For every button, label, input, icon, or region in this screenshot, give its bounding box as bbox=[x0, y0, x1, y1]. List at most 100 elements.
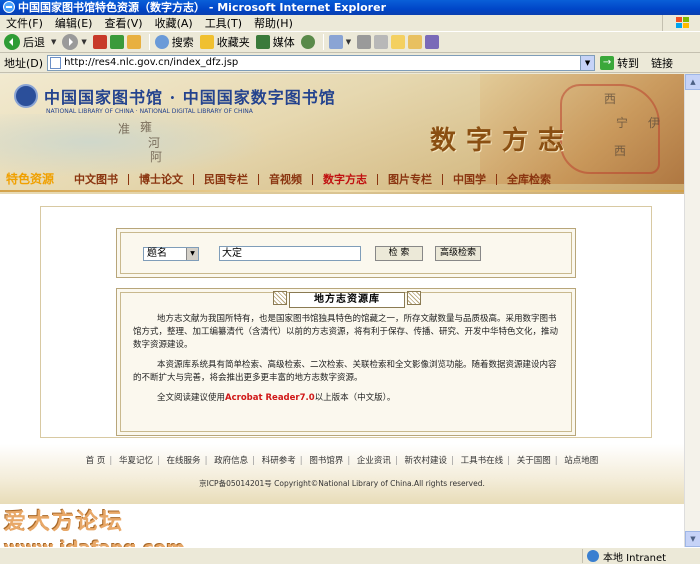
map-label: 阿 bbox=[150, 150, 163, 164]
address-label: 地址(D) bbox=[4, 56, 44, 70]
search-input[interactable]: 大定 bbox=[219, 246, 361, 261]
favorites-button[interactable]: 收藏夹 bbox=[199, 34, 250, 50]
refresh-icon[interactable] bbox=[109, 35, 124, 49]
menu-file[interactable]: 文件(F) bbox=[6, 15, 43, 31]
globe-icon bbox=[587, 550, 599, 562]
home-icon[interactable] bbox=[126, 35, 141, 49]
advanced-search-button[interactable]: 高级检索 bbox=[435, 246, 481, 261]
forward-history-dropdown[interactable]: ▼ bbox=[81, 38, 86, 46]
nav-audio-video[interactable]: 音视频 bbox=[259, 173, 314, 185]
page-content: 雍 河 准 阿 西 伊 宁 西 中国国家图书馆 · 中国国家数字图书馆 NATI… bbox=[0, 74, 684, 547]
intro-box: 地方志资源库 地方志文献为我国所特有，也是国家图书馆独具特色的馆藏之一，所存文献… bbox=[116, 288, 576, 436]
menu-view[interactable]: 查看(V) bbox=[104, 15, 142, 31]
footer-link[interactable]: 在线服务 bbox=[163, 456, 205, 466]
intro-paragraph: 地方志文献为我国所特有，也是国家图书馆独具特色的馆藏之一，所存文献数量与品质极高… bbox=[133, 314, 559, 350]
ornament-icon bbox=[273, 291, 287, 305]
footer-link[interactable]: 站点地图 bbox=[560, 456, 602, 466]
menu-help[interactable]: 帮助(H) bbox=[254, 15, 293, 31]
nav-chinese-books[interactable]: 中文图书 bbox=[64, 173, 130, 185]
nav-special-resources[interactable]: 特色资源 bbox=[0, 173, 64, 185]
nav-republic-era[interactable]: 民国专栏 bbox=[194, 173, 260, 185]
footer-links: 首 页 | 华夏记忆 | 在线服务 | 政府信息 | 科研参考 | 图书馆界 | 企业资讯 |… bbox=[0, 454, 684, 466]
search-box: 题名 ▼ 大定 检 索 高级检索 bbox=[116, 228, 576, 278]
map-label: 准 bbox=[118, 122, 131, 136]
ie-logo-icon bbox=[3, 1, 15, 13]
scroll-down-button[interactable]: ▼ bbox=[685, 531, 700, 547]
nav-sinology[interactable]: 中国学 bbox=[443, 173, 498, 185]
nav-dissertations[interactable]: 博士论文 bbox=[129, 173, 195, 185]
menu-favorites[interactable]: 收藏(A) bbox=[155, 15, 193, 31]
back-button[interactable]: 后退 bbox=[4, 34, 45, 50]
intro-text: 地方志文献为我国所特有，也是国家图书馆独具特色的馆藏之一，所存文献数量与品质极高… bbox=[133, 313, 561, 412]
messenger-icon[interactable] bbox=[425, 35, 440, 49]
footer-link[interactable]: 首 页 bbox=[82, 456, 110, 466]
header-banner: 雍 河 准 阿 西 伊 宁 西 中国国家图书馆 · 中国国家数字图书馆 NATI… bbox=[0, 74, 684, 194]
nav-pictures[interactable]: 图片专栏 bbox=[378, 173, 444, 185]
media-icon bbox=[255, 35, 270, 49]
footer-link[interactable]: 科研参考 bbox=[258, 456, 300, 466]
go-arrow-icon: → bbox=[600, 55, 615, 70]
address-input[interactable]: http://res4.nlc.gov.cn/index_dfz.jsp ▼ bbox=[47, 54, 596, 71]
mail-icon[interactable] bbox=[328, 35, 343, 49]
nlc-emblem-icon bbox=[14, 84, 38, 108]
mail-dropdown[interactable]: ▼ bbox=[346, 38, 351, 46]
go-button[interactable]: → 转到 bbox=[600, 55, 639, 71]
main-nav: 特色资源 中文图书 博士论文 民国专栏 音视频 数字方志 图片专栏 中国学 全库… bbox=[0, 169, 684, 189]
map-label: 西 bbox=[604, 92, 617, 106]
back-arrow-icon bbox=[4, 34, 20, 50]
print-icon[interactable] bbox=[357, 35, 372, 49]
edit-icon[interactable] bbox=[374, 35, 389, 49]
search-field-select[interactable]: 题名 ▼ bbox=[143, 247, 199, 261]
address-dropdown[interactable]: ▼ bbox=[580, 55, 595, 70]
address-url: http://res4.nlc.gov.cn/index_dfz.jsp bbox=[64, 57, 239, 68]
stop-icon[interactable] bbox=[92, 35, 107, 49]
intro-paragraph: 全文阅读建议使用Acrobat Reader7.0以上版本（中文版）。 bbox=[157, 393, 396, 403]
footer-link[interactable]: 华夏记忆 bbox=[115, 456, 157, 466]
footer-link[interactable]: 政府信息 bbox=[210, 456, 252, 466]
map-label: 雍 bbox=[140, 120, 153, 134]
footer-background bbox=[0, 444, 684, 504]
security-zone: 本地 Intranet bbox=[582, 549, 692, 564]
footer-link[interactable]: 工具书在线 bbox=[457, 456, 508, 466]
status-bar: 本地 Intranet bbox=[0, 547, 700, 564]
vertical-scrollbar[interactable]: ▲ ▼ bbox=[684, 74, 700, 547]
chevron-down-icon: ▼ bbox=[186, 248, 198, 260]
acrobat-link[interactable]: Acrobat Reader7.0 bbox=[225, 393, 315, 403]
search-button[interactable]: 搜索 bbox=[154, 34, 194, 50]
footer-link[interactable]: 图书馆界 bbox=[305, 456, 347, 466]
magnifier-icon bbox=[154, 35, 169, 49]
toolbar-separator bbox=[148, 34, 150, 50]
intro-paragraph: 本资源库系统具有简单检索、高级检索、二次检索、关联检索和全文影像浏览功能。随着数… bbox=[133, 360, 557, 383]
history-icon[interactable] bbox=[300, 35, 315, 49]
windows-logo-icon bbox=[662, 15, 700, 31]
links-button[interactable]: 链接 bbox=[651, 55, 673, 71]
menu-edit[interactable]: 编辑(E) bbox=[55, 15, 93, 31]
map-label: 西 bbox=[614, 144, 627, 158]
nav-full-search[interactable]: 全库检索 bbox=[497, 174, 561, 185]
scroll-up-button[interactable]: ▲ bbox=[685, 74, 700, 90]
star-icon bbox=[199, 35, 214, 49]
nav-digital-gazetteers[interactable]: 数字方志 bbox=[313, 173, 379, 185]
nav-divider bbox=[0, 190, 684, 192]
search-button[interactable]: 检 索 bbox=[375, 246, 423, 261]
forward-button[interactable] bbox=[62, 34, 79, 50]
discuss-icon[interactable] bbox=[391, 35, 406, 49]
footer-link[interactable]: 新农村建设 bbox=[401, 456, 452, 466]
nlc-logo[interactable]: 中国国家图书馆 · 中国国家数字图书馆 NATIONAL LIBRARY OF … bbox=[14, 84, 336, 115]
footer-link[interactable]: 关于国图 bbox=[513, 456, 555, 466]
toolbar: 后退 ▼ ▼ 搜索 收藏夹 媒体 ▼ bbox=[0, 31, 700, 53]
media-button[interactable]: 媒体 bbox=[255, 34, 295, 50]
copyright: 京ICP备05014201号 Copyright©National Librar… bbox=[199, 479, 485, 488]
window-title: 中国国家图书馆特色资源（数字方志） - Microsoft Internet E… bbox=[18, 1, 386, 14]
folder-icon[interactable] bbox=[408, 35, 423, 49]
menu-tools[interactable]: 工具(T) bbox=[205, 15, 242, 31]
address-bar: 地址(D) http://res4.nlc.gov.cn/index_dfz.j… bbox=[0, 53, 700, 73]
map-label: 伊 bbox=[648, 116, 661, 130]
page-icon bbox=[50, 56, 62, 69]
back-history-dropdown[interactable]: ▼ bbox=[51, 38, 56, 46]
map-label: 宁 bbox=[616, 116, 629, 130]
menu-bar: 文件(F) 编辑(E) 查看(V) 收藏(A) 工具(T) 帮助(H) bbox=[0, 15, 700, 31]
footer-link[interactable]: 企业资讯 bbox=[353, 456, 395, 466]
intro-heading: 地方志资源库 bbox=[289, 292, 405, 308]
browser-window: 中国国家图书馆特色资源（数字方志） - Microsoft Internet E… bbox=[0, 0, 700, 564]
